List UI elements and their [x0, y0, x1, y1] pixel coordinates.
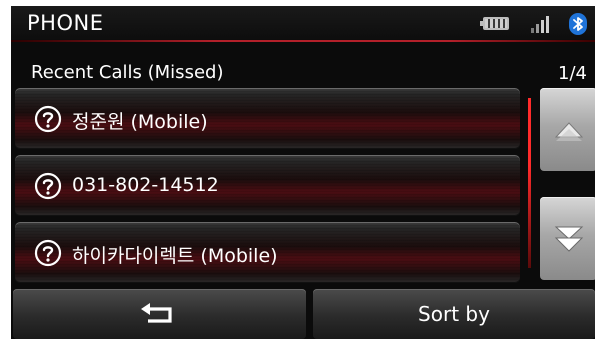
- list-item[interactable]: 하이카다이렉트 (Mobile): [15, 222, 520, 283]
- signal-icon: [531, 15, 553, 33]
- list-item-label: 하이카다이렉트 (Mobile): [72, 245, 278, 267]
- screen-title: PHONE: [27, 11, 104, 35]
- scroll-down-button[interactable]: [540, 197, 595, 280]
- page-indicator: 1/4: [558, 63, 587, 84]
- scroll-up-button[interactable]: [540, 88, 595, 171]
- sort-by-label: Sort by: [418, 302, 490, 326]
- list-item[interactable]: 031-802-14512: [15, 155, 520, 216]
- back-button[interactable]: [13, 289, 306, 339]
- list-item-label: 정준원 (Mobile): [72, 111, 208, 133]
- list-scroll-indicator: [528, 98, 531, 268]
- title-bar: PHONE: [11, 6, 595, 40]
- bluetooth-icon: [569, 13, 587, 35]
- list-item[interactable]: 정준원 (Mobile): [15, 88, 520, 149]
- title-divider: [11, 40, 595, 42]
- chevron-double-down-icon: [554, 226, 584, 252]
- question-circle-icon: [34, 239, 62, 267]
- question-circle-icon: [34, 172, 62, 200]
- back-arrow-icon: [141, 303, 172, 323]
- question-circle-icon: [34, 105, 62, 133]
- battery-icon: [480, 17, 509, 30]
- list-heading: Recent Calls (Missed): [31, 62, 224, 83]
- sort-by-button[interactable]: Sort by: [313, 289, 595, 339]
- phone-screen: PHONE Recent Calls (Missed) 1/4 정준원 (Mob…: [11, 6, 595, 339]
- chevron-up-icon: [554, 122, 584, 141]
- list-item-label: 031-802-14512: [72, 174, 219, 196]
